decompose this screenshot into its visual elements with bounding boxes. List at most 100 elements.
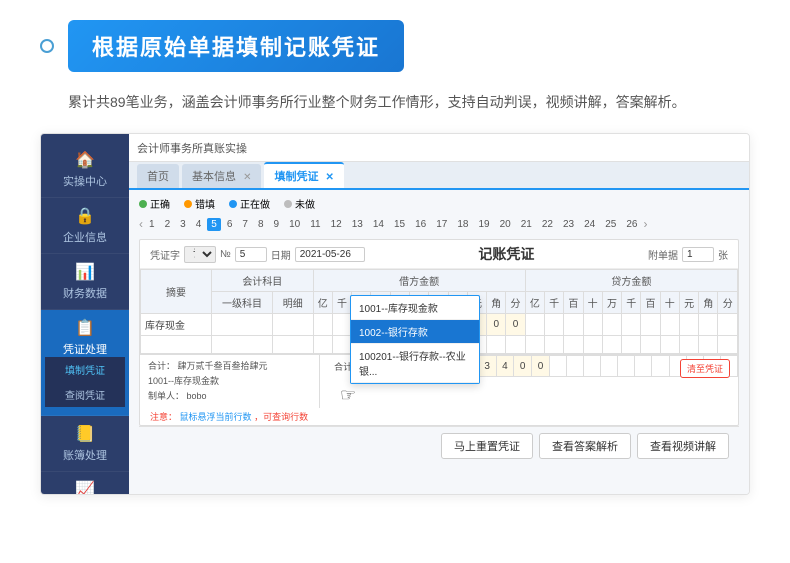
prev-arrow[interactable]: ‹ xyxy=(139,217,143,231)
page-9[interactable]: 9 xyxy=(270,218,284,231)
dropdown-item-100201[interactable]: 100201--银行存款--农业银... xyxy=(351,344,479,383)
account2-cell-2[interactable] xyxy=(272,336,313,354)
attachment-input[interactable] xyxy=(682,247,714,262)
page-20[interactable]: 20 xyxy=(496,218,515,231)
c1-qian[interactable] xyxy=(544,314,563,336)
page-2[interactable]: 2 xyxy=(161,218,175,231)
c1-qian2[interactable] xyxy=(622,314,641,336)
attachment-unit: 张 xyxy=(718,247,728,262)
account1-cell-1[interactable] xyxy=(212,314,273,336)
sidebar-item-shijian[interactable]: 🏠 实操中心 xyxy=(41,142,129,198)
d1-jiao[interactable]: 0 xyxy=(487,314,506,336)
page-10[interactable]: 10 xyxy=(285,218,304,231)
voucher-number-input[interactable] xyxy=(235,247,267,262)
c1-wan[interactable] xyxy=(602,314,621,336)
piaoju-icon: 📋 xyxy=(75,318,95,338)
page-18[interactable]: 18 xyxy=(453,218,472,231)
c1-bai2[interactable] xyxy=(641,314,660,336)
c1-shi2[interactable] xyxy=(660,314,679,336)
account2-cell-1[interactable] xyxy=(272,314,313,336)
tab-info[interactable]: 基本信息 ✕ xyxy=(182,164,261,188)
number-label: № xyxy=(220,249,231,260)
sidebar-item-qiye[interactable]: 🔒 企业信息 xyxy=(41,198,129,254)
c1-fen[interactable] xyxy=(718,314,738,336)
next-arrow[interactable]: › xyxy=(643,217,647,231)
voucher-form: 凭证字 记 № 日期 记账凭证 附单据 xyxy=(139,239,739,426)
sidebar-item-caiwu[interactable]: 📊 财务数据 xyxy=(41,254,129,310)
sidebar-item-piaoju[interactable]: 📋 凭证处理 填制凭证 查阅凭证 xyxy=(41,310,129,416)
clear-button[interactable]: 清至凭证 xyxy=(680,359,730,378)
dropdown-item-1001[interactable]: 1001--库存现金款 xyxy=(351,296,479,320)
page-19[interactable]: 19 xyxy=(474,218,493,231)
c1-bai[interactable] xyxy=(564,314,583,336)
page-3[interactable]: 3 xyxy=(176,218,190,231)
date-input[interactable] xyxy=(295,247,365,262)
page-24[interactable]: 24 xyxy=(580,218,599,231)
page-17[interactable]: 17 xyxy=(432,218,451,231)
page-23[interactable]: 23 xyxy=(559,218,578,231)
qiye-icon: 🔒 xyxy=(75,206,95,226)
account-info: 1001--库存现金款 xyxy=(148,374,311,387)
answer-button[interactable]: 查看答案解析 xyxy=(539,433,631,459)
summary-cell-2[interactable] xyxy=(141,336,212,354)
d1-fen[interactable]: 0 xyxy=(506,314,525,336)
th-c-fen: 分 xyxy=(718,292,738,314)
sidebar-label-zhang: 账簿处理 xyxy=(63,447,107,463)
page-5[interactable]: 5 xyxy=(207,218,221,231)
shijian-icon: 🏠 xyxy=(75,150,95,170)
tab-home[interactable]: 首页 xyxy=(137,164,179,188)
page-16[interactable]: 16 xyxy=(411,218,430,231)
c1-jiao[interactable] xyxy=(699,314,718,336)
page-1[interactable]: 1 xyxy=(145,218,159,231)
tab-voucher-close[interactable]: ✕ xyxy=(326,172,334,183)
tab-info-close[interactable]: ✕ xyxy=(243,172,251,183)
sidebar-sub-cha[interactable]: 查阅凭证 xyxy=(45,382,125,407)
page-6[interactable]: 6 xyxy=(223,218,237,231)
sidebar-label-caiwu: 财务数据 xyxy=(63,285,107,301)
page-26[interactable]: 26 xyxy=(622,218,641,231)
cursor-hand-icon: ☞ xyxy=(340,385,356,406)
legend-blank: 未做 xyxy=(284,196,315,211)
page-8[interactable]: 8 xyxy=(254,218,268,231)
c1-shi[interactable] xyxy=(583,314,602,336)
th-c-qian2: 千 xyxy=(622,292,641,314)
c1-yi[interactable] xyxy=(525,314,544,336)
recheck-button[interactable]: 马上重置凭证 xyxy=(441,433,533,459)
summary-cell-1[interactable]: 库存现金 xyxy=(141,314,212,336)
page-11[interactable]: 11 xyxy=(306,218,324,231)
dropdown-item-1002[interactable]: 1002--银行存款 xyxy=(351,320,479,344)
sub-items: 填制凭证 查阅凭证 xyxy=(45,357,125,407)
th-d-fen: 分 xyxy=(506,292,525,314)
page-22[interactable]: 22 xyxy=(538,218,557,231)
content-card: 🏠 实操中心 🔒 企业信息 📊 财务数据 📋 凭证处理 填制凭证 查阅凭证 xyxy=(40,133,750,495)
account1-cell-2[interactable] xyxy=(212,336,273,354)
d1-yi[interactable] xyxy=(313,314,332,336)
video-button[interactable]: 查看视频讲解 xyxy=(637,433,729,459)
tab-bar: 首页 基本信息 ✕ 填制凭证 ✕ xyxy=(129,162,749,190)
tab-voucher[interactable]: 填制凭证 ✕ xyxy=(264,162,343,188)
top-bar: 会计师事务所真账实操 xyxy=(129,134,749,162)
type-select[interactable]: 记 xyxy=(184,246,216,263)
d1-qian[interactable] xyxy=(332,314,351,336)
th-c-jiao: 角 xyxy=(699,292,718,314)
page-numbers: ‹ 1 2 3 4 5 6 7 8 9 10 11 12 13 xyxy=(139,217,739,231)
th-c-bai: 百 xyxy=(564,292,583,314)
page-25[interactable]: 25 xyxy=(601,218,620,231)
page-21[interactable]: 21 xyxy=(517,218,536,231)
c1-yuan[interactable] xyxy=(679,314,698,336)
sidebar-label-piaoju: 凭证处理 xyxy=(63,341,107,357)
page-container: 根据原始单据填制记账凭证 累计共89笔业务，涵盖会计师事务所行业整个财务工作情形… xyxy=(0,0,790,525)
page-15[interactable]: 15 xyxy=(390,218,409,231)
sidebar-sub-tian[interactable]: 填制凭证 xyxy=(45,357,125,382)
sidebar-item-zhang[interactable]: 📒 账簿处理 xyxy=(41,416,129,472)
page-12[interactable]: 12 xyxy=(327,218,346,231)
voucher-header: 凭证字 记 № 日期 记账凭证 附单据 xyxy=(140,240,738,269)
page-14[interactable]: 14 xyxy=(369,218,388,231)
hint-link[interactable]: 鼠标悬浮当前行数 xyxy=(180,412,252,422)
sidebar: 🏠 实操中心 🔒 企业信息 📊 财务数据 📋 凭证处理 填制凭证 查阅凭证 xyxy=(41,134,129,494)
page-7[interactable]: 7 xyxy=(238,218,252,231)
sidebar-item-biao[interactable]: 📈 报表处理 xyxy=(41,472,129,495)
page-4[interactable]: 4 xyxy=(192,218,206,231)
dot-blue xyxy=(229,200,237,208)
page-13[interactable]: 13 xyxy=(348,218,367,231)
